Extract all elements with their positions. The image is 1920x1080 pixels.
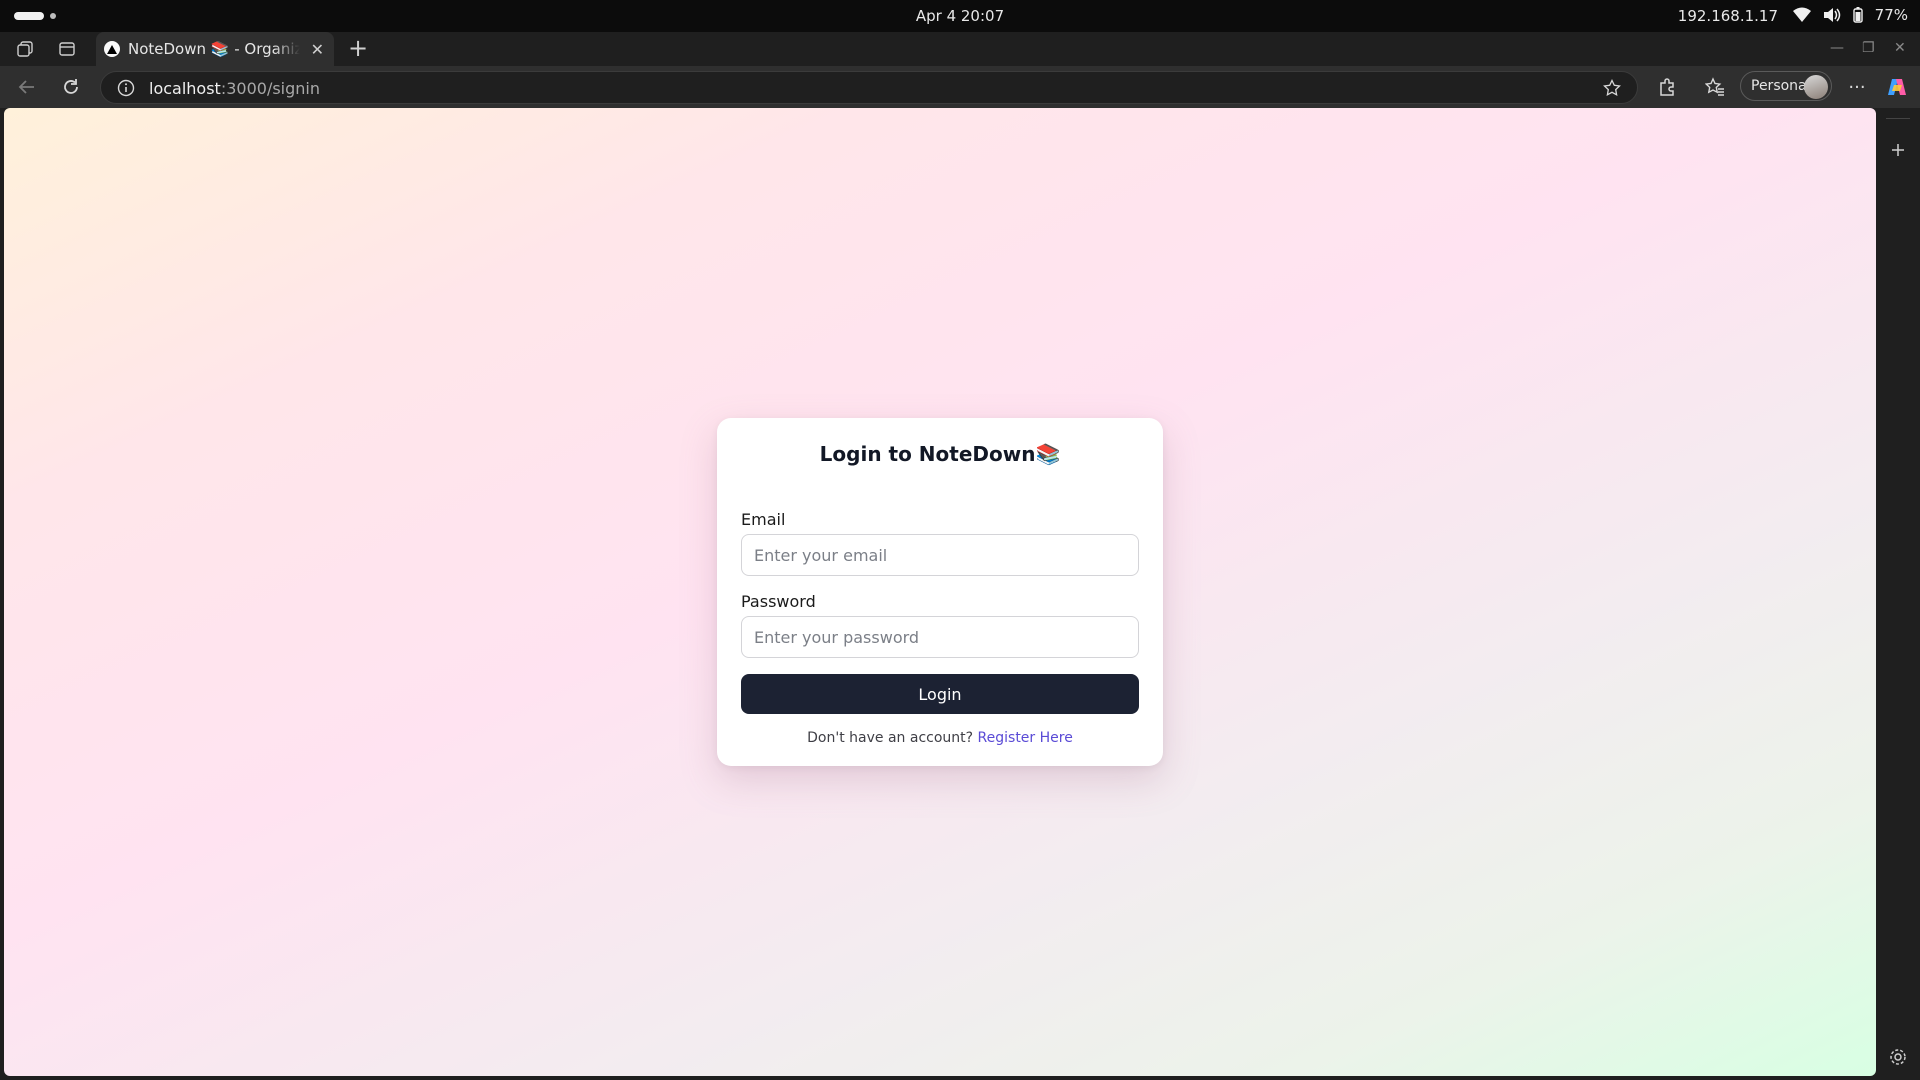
battery-icon (1852, 7, 1863, 23)
email-field[interactable] (741, 534, 1139, 576)
add-sidebar-app-icon[interactable] (1890, 142, 1906, 158)
tab-title: NoteDown 📚 - Organize Your Notes (128, 40, 300, 58)
page-title: Login to NoteDown📚 (819, 442, 1061, 466)
url-text: localhost:3000/signin (149, 79, 320, 98)
os-ip-address: 192.168.1.17 (1677, 7, 1778, 25)
register-prompt-text: Don't have an account? (807, 730, 974, 746)
login-button[interactable]: Login (741, 674, 1139, 714)
browser-tab-strip: NoteDown 📚 - Organize Your Notes ✕ + — ❐… (0, 32, 1920, 66)
os-top-bar: Apr 4 20:07 192.168.1.17 77% (0, 0, 1920, 32)
page-viewport: Login to NoteDown📚 Email Password Login … (4, 108, 1876, 1076)
tab-notedown[interactable]: NoteDown 📚 - Organize Your Notes ✕ (96, 32, 334, 66)
profile-button[interactable]: Personal (1740, 71, 1832, 101)
url-path: :3000/signin (220, 79, 320, 98)
new-tab-icon[interactable]: + (348, 36, 368, 60)
os-status-icons[interactable]: 77% (1792, 6, 1908, 24)
workspaces-icon[interactable] (16, 40, 34, 58)
close-window-icon[interactable]: ✕ (1894, 40, 1906, 56)
copilot-icon[interactable] (1886, 76, 1908, 98)
browser-sidebar (1876, 108, 1920, 1080)
favorites-icon[interactable] (1704, 76, 1726, 98)
site-info-icon[interactable] (117, 79, 135, 97)
password-field[interactable] (741, 616, 1139, 658)
register-prompt: Don't have an account? Register Here (717, 730, 1163, 746)
url-host: localhost (149, 79, 221, 98)
profile-label: Personal (1751, 78, 1811, 94)
os-clock[interactable]: Apr 4 20:07 (0, 7, 1920, 25)
minimize-icon[interactable]: — (1830, 40, 1844, 56)
avatar (1804, 75, 1828, 99)
register-link[interactable]: Register Here (978, 730, 1073, 746)
login-card: Login to NoteDown📚 Email Password Login … (717, 418, 1163, 766)
extensions-icon[interactable] (1656, 76, 1678, 98)
reload-icon[interactable] (60, 76, 82, 98)
restore-icon[interactable]: ❐ (1862, 40, 1875, 56)
back-icon[interactable] (16, 76, 38, 98)
address-bar[interactable]: localhost:3000/signin (100, 71, 1638, 104)
volume-icon (1823, 8, 1840, 22)
tab-actions-icon[interactable] (58, 40, 76, 58)
vercel-favicon-icon (104, 41, 120, 57)
favorite-star-icon[interactable] (1603, 79, 1621, 97)
password-label: Password (741, 592, 816, 611)
email-label: Email (741, 510, 786, 529)
sidebar-settings-icon[interactable] (1889, 1048, 1907, 1066)
more-menu-icon[interactable]: ··· (1846, 76, 1868, 98)
browser-toolbar: localhost:3000/signin Personal ··· (0, 66, 1920, 108)
close-tab-icon[interactable]: ✕ (311, 40, 324, 59)
wifi-icon (1792, 7, 1811, 22)
sidebar-divider (1886, 118, 1910, 119)
battery-percent: 77% (1874, 6, 1908, 24)
